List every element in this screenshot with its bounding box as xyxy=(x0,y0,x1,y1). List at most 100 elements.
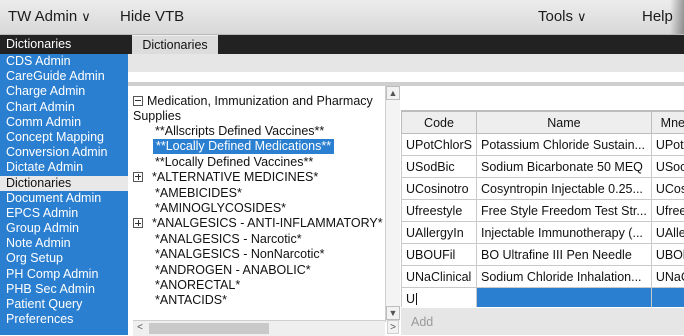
sidebar-item[interactable]: CareGuide Admin xyxy=(0,69,128,84)
sidebar-item[interactable]: EPCS Admin xyxy=(0,206,128,221)
top-menu-bar: TW Admin∨ Hide VTB Tools∨ Help xyxy=(0,0,684,35)
left-nav-panel: Dictionaries CDS AdminCareGuide AdminCha… xyxy=(0,35,128,335)
tree-node[interactable]: *ALTERNATIVE MEDICINES* xyxy=(133,170,318,185)
table-cell[interactable]: UPotChlorS xyxy=(402,134,477,156)
table-cell[interactable]: BO Ultrafine III Pen Needle xyxy=(477,244,652,266)
tree-node-label: **Locally Defined Medications** xyxy=(153,139,334,154)
nav-list: CDS AdminCareGuide AdminCharge AdminChar… xyxy=(0,54,128,327)
tree-horizontal-scrollbar[interactable]: < xyxy=(133,320,385,336)
chevron-down-icon: ∨ xyxy=(577,9,587,25)
sidebar-item[interactable]: PH Comp Admin xyxy=(0,267,128,282)
table-cell[interactable]: Sodium Bicarbonate 50 MEQ xyxy=(477,156,652,178)
table-cell[interactable]: UBOUFil xyxy=(402,244,477,266)
tree-node[interactable]: *ANALGESICS - NonNarcotic* xyxy=(155,247,325,262)
add-button[interactable]: Add xyxy=(411,315,433,329)
collapse-icon[interactable] xyxy=(133,96,143,106)
table-cell[interactable]: Ufreestyle xyxy=(402,200,477,222)
scroll-thumb[interactable] xyxy=(149,323,269,334)
table-cell[interactable]: UNaClinical xyxy=(402,266,477,288)
dictionary-tree: Medication, Immunization and Pharmacy Su… xyxy=(133,86,385,322)
window-edge-shadow xyxy=(670,0,684,34)
table-cell[interactable]: USoc xyxy=(651,156,684,178)
table-row[interactable]: UPotChlorSPotassium Chloride Sustain...U… xyxy=(402,134,684,156)
table-cell[interactable]: Cosyntropin Injectable 0.25... xyxy=(477,178,652,200)
sidebar-item[interactable]: Document Admin xyxy=(0,191,128,206)
table-row[interactable]: UCosinotroCosyntropin Injectable 0.25...… xyxy=(402,178,684,200)
table-row[interactable]: UNaClinicalSodium Chloride Inhalation...… xyxy=(402,266,684,288)
sidebar-item[interactable]: Dictate Admin xyxy=(0,160,128,175)
app-menu-label: TW Admin xyxy=(8,8,77,25)
tree-node-label: *ANORECTAL* xyxy=(155,278,240,292)
sidebar-item[interactable]: CDS Admin xyxy=(0,54,128,69)
sidebar-item[interactable]: Conversion Admin xyxy=(0,145,128,160)
sidebar-item[interactable]: Chart Admin xyxy=(0,100,128,115)
toolbar-area xyxy=(128,54,684,72)
sidebar-item[interactable]: Note Admin xyxy=(0,236,128,251)
tools-menu-button[interactable]: Tools∨ xyxy=(538,8,587,25)
table-cell[interactable]: UPot xyxy=(651,134,684,156)
tree-node-label: *ALTERNATIVE MEDICINES* xyxy=(152,170,318,184)
table-cell[interactable]: USodBic xyxy=(402,156,477,178)
expand-icon[interactable] xyxy=(133,218,143,228)
table-cell[interactable]: UCosinotro xyxy=(402,178,477,200)
tab-strip: Dictionaries xyxy=(128,35,684,54)
tree-node[interactable]: *ANORECTAL* xyxy=(155,278,240,293)
table-cell[interactable]: UCos xyxy=(651,178,684,200)
sidebar-item[interactable]: Charge Admin xyxy=(0,84,128,99)
table-cell[interactable]: UAllergyIn xyxy=(402,222,477,244)
table-row[interactable]: UAllergyInInjectable Immunotherapy (...U… xyxy=(402,222,684,244)
sidebar-item[interactable]: Preferences xyxy=(0,312,128,327)
table-cell[interactable]: Potassium Chloride Sustain... xyxy=(477,134,652,156)
column-header-mnemonic[interactable]: Mne xyxy=(651,112,684,134)
tree-node[interactable]: **Locally Defined Medications** xyxy=(153,139,334,154)
code-input[interactable]: U xyxy=(402,288,477,308)
tree-node[interactable]: *AMEBICIDES* xyxy=(155,186,242,201)
sidebar-item[interactable]: Group Admin xyxy=(0,221,128,236)
table-row[interactable]: UfreestyleFree Style Freedom Test Str...… xyxy=(402,200,684,222)
sidebar-item[interactable]: Concept Mapping xyxy=(0,130,128,145)
tree-vertical-scrollbar[interactable]: ▲ ▼ xyxy=(385,86,400,322)
scroll-right-icon[interactable]: > xyxy=(387,320,399,334)
tree-root-node[interactable]: Medication, Immunization and Pharmacy xyxy=(133,94,373,109)
table-cell[interactable]: UAlle xyxy=(651,222,684,244)
scroll-down-icon[interactable]: ▼ xyxy=(386,306,400,320)
sidebar-item[interactable]: Org Setup xyxy=(0,251,128,266)
add-row-bar[interactable]: Add xyxy=(401,308,684,335)
tree-node[interactable]: **Locally Defined Vaccines** xyxy=(155,155,313,170)
table-cell[interactable] xyxy=(477,288,652,308)
tree-node-label: *ANALGESICS - NonNarcotic* xyxy=(155,247,325,261)
table-cell[interactable]: Free Style Freedom Test Str... xyxy=(477,200,652,222)
table-cell[interactable] xyxy=(651,288,684,308)
column-header-name[interactable]: Name xyxy=(477,112,652,134)
tree-node-label: *AMEBICIDES* xyxy=(155,186,242,200)
table-cell[interactable]: Sodium Chloride Inhalation... xyxy=(477,266,652,288)
help-menu-button[interactable]: Help xyxy=(642,8,673,25)
scroll-up-icon[interactable]: ▲ xyxy=(386,86,400,100)
column-header-code[interactable]: Code xyxy=(402,112,477,134)
scroll-left-icon[interactable]: < xyxy=(133,321,147,335)
table-row[interactable]: USodBicSodium Bicarbonate 50 MEQUSoc xyxy=(402,156,684,178)
tree-root-label: Medication, Immunization and Pharmacy xyxy=(147,94,373,108)
tree-node[interactable]: *ANDROGEN - ANABOLIC* xyxy=(155,263,311,278)
sidebar-item[interactable]: Comm Admin xyxy=(0,115,128,130)
sidebar-item[interactable]: PHB Sec Admin xyxy=(0,282,128,297)
tree-node[interactable]: *AMINOGLYCOSIDES* xyxy=(155,201,286,216)
tree-node-label: *ANTACIDS* xyxy=(155,293,227,307)
tab-dictionaries[interactable]: Dictionaries xyxy=(132,35,218,55)
table-row[interactable]: UBOUFilBO Ultrafine III Pen NeedleUBOl xyxy=(402,244,684,266)
sidebar-item[interactable]: Patient Query xyxy=(0,297,128,312)
expand-icon[interactable] xyxy=(133,172,143,182)
new-row-editor[interactable]: U xyxy=(402,288,684,308)
table-cell[interactable]: Injectable Immunotherapy (... xyxy=(477,222,652,244)
table-cell[interactable]: Ufree xyxy=(651,200,684,222)
table-cell[interactable]: UNaC xyxy=(651,266,684,288)
app-menu-button[interactable]: TW Admin∨ xyxy=(8,8,91,25)
table-cell[interactable]: UBOl xyxy=(651,244,684,266)
hide-vtb-button[interactable]: Hide VTB xyxy=(120,8,184,25)
tree-node[interactable]: **Allscripts Defined Vaccines** xyxy=(155,124,324,139)
tree-node-label: *AMINOGLYCOSIDES* xyxy=(155,201,286,215)
tree-node[interactable]: *ANALGESICS - ANTI-INFLAMMATORY* xyxy=(133,216,383,231)
tree-node[interactable]: *ANALGESICS - Narcotic* xyxy=(155,232,302,247)
tree-node[interactable]: *ANTACIDS* xyxy=(155,293,227,308)
sidebar-item[interactable]: Dictionaries xyxy=(0,176,128,191)
